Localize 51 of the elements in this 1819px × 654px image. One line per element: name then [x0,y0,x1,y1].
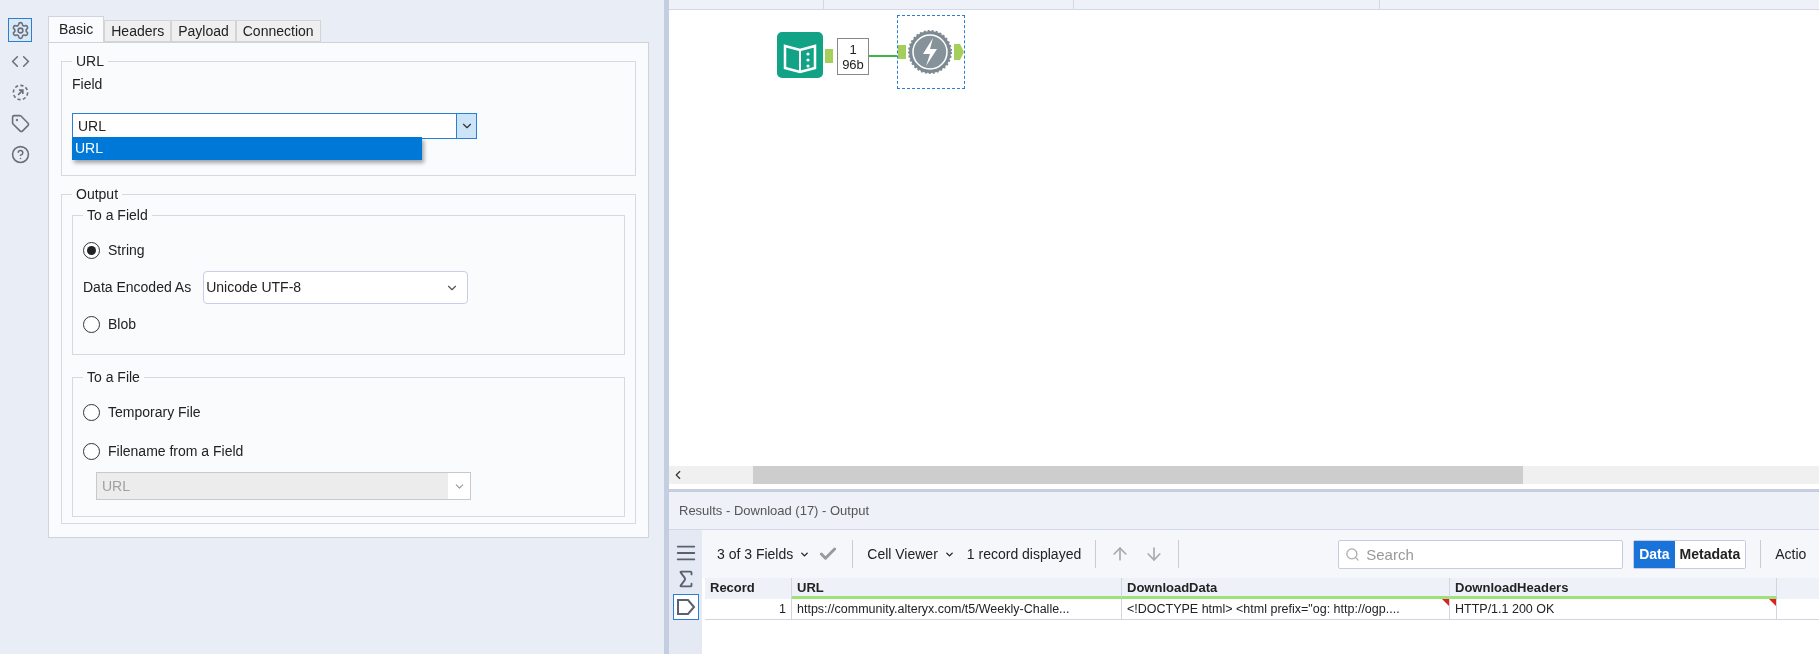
column-header[interactable]: DownloadHeaders [1450,578,1777,599]
record-count: 1 record displayed [966,544,1082,564]
tab[interactable]: Basic [48,16,105,42]
group-title: To a Field [86,206,149,225]
tag-shape-icon[interactable] [672,594,699,620]
tag-icon[interactable] [10,113,30,133]
encoding-dropdown[interactable]: Unicode UTF-8 [203,271,469,304]
encoding-label: Data Encoded As [83,278,192,297]
tab[interactable]: Payload [171,20,236,42]
lightning-gear-icon [908,30,952,74]
tab[interactable]: Connection [235,20,321,42]
search-icon [1345,546,1361,562]
table-cell: HTTP/1.1 200 OK [1450,599,1777,619]
group-title: To a File [86,368,141,387]
fields-dropdown[interactable]: 3 of 3 Fields [717,543,811,565]
scrollbar-thumb[interactable] [753,466,1523,484]
view-toggle[interactable]: Data [1634,540,1675,568]
download-tool[interactable] [897,15,965,89]
actions-menu[interactable]: Actio [1775,543,1807,565]
table-cell: 1 [705,599,792,619]
input-anchor[interactable] [898,45,906,59]
search-field[interactable]: Search [1338,539,1624,569]
group-title: Output [75,185,120,204]
settings-icon[interactable] [10,20,30,40]
column-header[interactable]: Record [705,578,792,599]
view-toggle[interactable]: Metadata [1674,540,1746,568]
field-label: Field [72,75,104,94]
radio-label: Blob [108,315,137,334]
connection-line [869,55,897,57]
field-dropdown[interactable]: URL [72,113,477,139]
column-header[interactable]: DownloadData [1122,578,1450,599]
radio-label: Temporary File [108,403,201,422]
record-count-badge: 1 96b [837,38,869,75]
radio-button[interactable] [83,242,100,259]
radio-label: Filename from a Field [108,442,244,461]
radio-button[interactable] [83,404,100,421]
help-icon[interactable] [10,144,30,164]
radio-label: String [108,241,145,260]
table-cell: https://community.alteryx.com/t5/Weekly-Challe... [792,599,1122,619]
truncation-marker-icon [1769,599,1776,606]
dropdown-option[interactable]: URL [72,137,422,160]
book-tool-icon[interactable] [777,32,823,78]
cell-viewer-dropdown[interactable]: Cell Viewer [867,543,955,565]
results-title: Results - Download (17) - Output [679,501,870,520]
radio-button[interactable] [83,316,100,333]
table-cell: <!DOCTYPE html> <html prefix="og: http://ogp.... [1122,599,1450,619]
group-title: URL [75,52,105,71]
radio-button[interactable] [83,443,100,460]
column-header[interactable]: URL [792,578,1122,599]
truncation-marker-icon [1442,599,1449,606]
tab[interactable]: Headers [104,20,172,42]
